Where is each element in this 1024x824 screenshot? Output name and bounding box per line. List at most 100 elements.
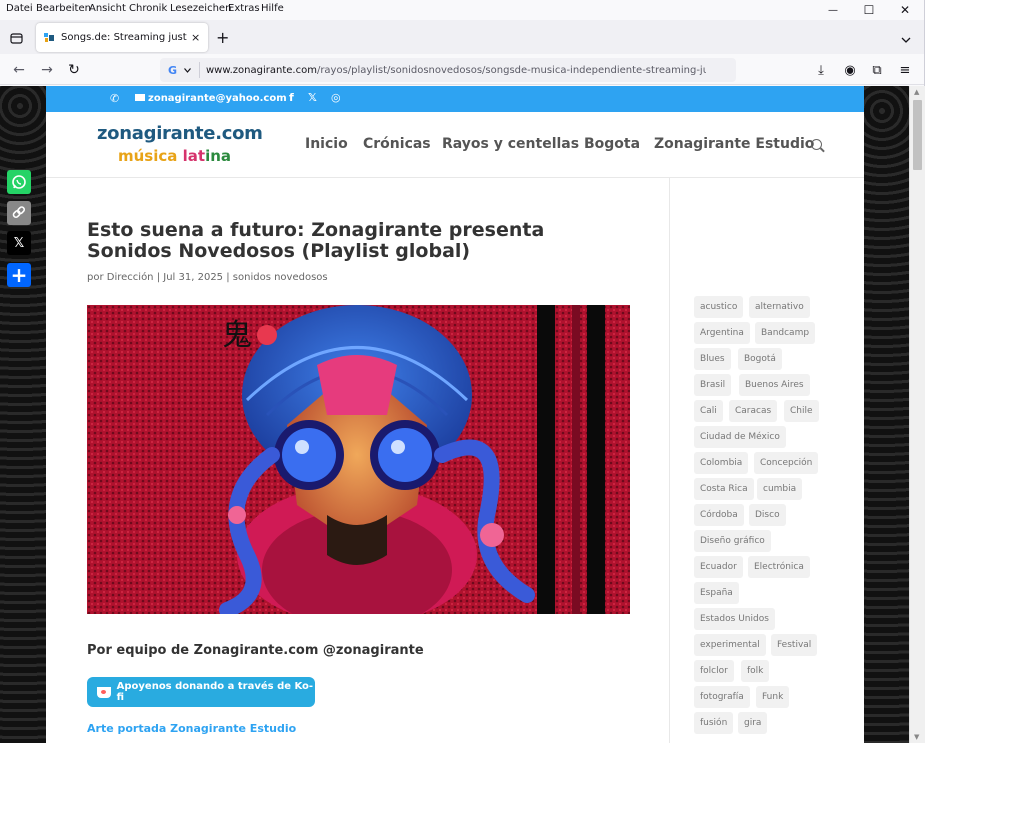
tag-link[interactable]: Bogotá bbox=[738, 348, 782, 370]
maximize-button[interactable]: ☐ bbox=[851, 0, 887, 20]
tag-link[interactable]: folclor bbox=[694, 660, 734, 682]
tag-link[interactable]: cumbia bbox=[757, 478, 803, 500]
tag-link[interactable]: Festival bbox=[771, 634, 818, 656]
tag-link[interactable]: Diseño gráfico bbox=[694, 530, 771, 552]
site-logo-text[interactable]: zonagirante.com bbox=[97, 123, 263, 144]
download-icon: ⤓ bbox=[818, 62, 824, 78]
tag-link[interactable]: España bbox=[694, 582, 739, 604]
tag-link[interactable]: Argentina bbox=[694, 322, 750, 344]
reload-button[interactable]: ↻ bbox=[64, 60, 84, 80]
cover-art-credit-link[interactable]: Arte portada Zonagirante Estudio bbox=[87, 722, 296, 735]
account-button[interactable]: ◉ bbox=[840, 60, 860, 80]
mail-icon bbox=[135, 94, 145, 101]
facebook-icon[interactable]: f bbox=[289, 91, 294, 104]
url-host: www.zonagirante.com bbox=[206, 64, 317, 76]
menu-ansicht[interactable]: Ansicht bbox=[89, 3, 126, 14]
tag-link[interactable]: Electrónica bbox=[748, 556, 810, 578]
scrollbar-thumb[interactable] bbox=[913, 100, 922, 170]
nav-bogota[interactable]: Bogota bbox=[584, 136, 640, 152]
tag-link[interactable]: fotografía bbox=[694, 686, 750, 708]
background-pattern-right bbox=[864, 86, 909, 743]
tag-link[interactable]: alternativo bbox=[749, 296, 810, 318]
hamburger-menu-icon: ≡ bbox=[899, 62, 911, 78]
minimize-icon: — bbox=[828, 4, 838, 16]
menu-extras[interactable]: Extras bbox=[228, 3, 260, 14]
kofi-donate-button[interactable]: Apoyenos donando a través de Ko-fi bbox=[87, 677, 315, 707]
tag-link[interactable]: Córdoba bbox=[694, 504, 744, 526]
scroll-up-arrow-icon[interactable]: ▲ bbox=[914, 88, 919, 96]
url-path: /rayos/playlist/sonidosnovedosos/songsde… bbox=[316, 64, 706, 76]
firefox-view-button[interactable] bbox=[6, 28, 26, 48]
forward-button[interactable]: → bbox=[37, 60, 57, 80]
menu-chronik[interactable]: Chronik bbox=[129, 3, 167, 14]
site-logo-tagline[interactable]: música latina bbox=[118, 147, 231, 165]
new-tab-button[interactable]: + bbox=[216, 28, 229, 47]
nav-inicio[interactable]: Inicio bbox=[305, 136, 348, 152]
list-all-tabs-chevron-icon[interactable] bbox=[901, 29, 911, 48]
app-menu-button[interactable]: ≡ bbox=[895, 60, 915, 80]
close-window-button[interactable]: ✕ bbox=[887, 0, 923, 20]
x-social-icon[interactable]: 𝕏 bbox=[308, 91, 317, 104]
tag-link[interactable]: Concepción bbox=[754, 452, 819, 474]
menu-hilfe[interactable]: Hilfe bbox=[261, 3, 284, 14]
tag-link[interactable]: folk bbox=[741, 660, 770, 682]
tag-link[interactable]: Caracas bbox=[729, 400, 778, 422]
tag-link[interactable]: Funk bbox=[756, 686, 790, 708]
copy-link-share-button[interactable] bbox=[7, 201, 31, 225]
featured-image: 鬼 bbox=[87, 305, 630, 614]
more-share-button[interactable]: + bbox=[7, 263, 31, 287]
site-header: zonagirante.com música latina Inicio Cró… bbox=[46, 112, 864, 178]
active-tab[interactable]: Songs.de: Streaming justo para × bbox=[36, 23, 208, 52]
menu-bar: Datei Bearbeiten Ansicht Chronik Lesezei… bbox=[0, 0, 924, 20]
close-icon: ✕ bbox=[899, 3, 911, 17]
whatsapp-share-button[interactable] bbox=[7, 170, 31, 194]
tab-title: Songs.de: Streaming justo para bbox=[61, 32, 187, 43]
tag-link[interactable]: Cali bbox=[694, 400, 723, 422]
tag-link[interactable]: fusión bbox=[694, 712, 734, 734]
tag-link[interactable]: Ciudad de México bbox=[694, 426, 786, 448]
tag-link[interactable]: experimental bbox=[694, 634, 766, 656]
tag-link[interactable]: Disco bbox=[749, 504, 786, 526]
extensions-button[interactable]: ⧉ bbox=[867, 60, 887, 80]
tag-link[interactable]: Colombia bbox=[694, 452, 749, 474]
meta-separator: | bbox=[153, 272, 164, 283]
menu-lesezeichen[interactable]: Lesezeichen bbox=[170, 3, 231, 14]
nav-rayos-y-centellas[interactable]: Rayos y centellas bbox=[442, 136, 579, 152]
contact-email-link[interactable]: zonagirante@yahoo.com bbox=[148, 93, 287, 104]
tab-close-icon[interactable]: × bbox=[191, 31, 200, 44]
tag-link[interactable]: Bandcamp bbox=[755, 322, 816, 344]
minimize-button[interactable]: — bbox=[815, 0, 851, 20]
phone-icon[interactable]: ✆ bbox=[110, 92, 119, 105]
tag-link[interactable]: Brasil bbox=[694, 374, 732, 396]
tag-link[interactable]: Estados Unidos bbox=[694, 608, 775, 630]
category-link[interactable]: sonidos novedosos bbox=[233, 272, 328, 283]
tag-link[interactable]: Ecuador bbox=[694, 556, 743, 578]
author-link[interactable]: Dirección bbox=[107, 272, 154, 283]
url-text[interactable]: www.zonagirante.com/rayos/playlist/sonid… bbox=[206, 65, 706, 76]
back-button[interactable]: ← bbox=[9, 60, 29, 80]
instagram-icon[interactable]: ◎ bbox=[331, 91, 341, 104]
vertical-scrollbar[interactable]: ▲ ▼ bbox=[909, 86, 925, 743]
tag-link[interactable]: gira bbox=[738, 712, 768, 734]
nav-cronicas[interactable]: Crónicas bbox=[363, 136, 431, 152]
scroll-down-arrow-icon[interactable]: ▼ bbox=[914, 733, 919, 741]
logo-tagline-part-c: ina bbox=[205, 147, 232, 165]
url-bar[interactable]: G www.zonagirante.com/rayos/playlist/son… bbox=[160, 58, 736, 82]
search-engine-chevron-icon[interactable] bbox=[184, 67, 191, 73]
nav-zonagirante-estudio[interactable]: Zonagirante Estudio bbox=[654, 136, 814, 152]
meta-prefix: por bbox=[87, 272, 107, 283]
x-share-button[interactable]: 𝕏 bbox=[7, 231, 31, 255]
tag-link[interactable]: Buenos Aires bbox=[739, 374, 810, 396]
tag-link[interactable]: acustico bbox=[694, 296, 744, 318]
navigation-toolbar: ← → ↻ G www.zonagirante.com/rayos/playli… bbox=[0, 54, 924, 85]
menu-datei[interactable]: Datei bbox=[6, 3, 33, 14]
tag-link[interactable]: Costa Rica bbox=[694, 478, 754, 500]
tag-link[interactable]: Chile bbox=[784, 400, 819, 422]
tag-link[interactable]: Blues bbox=[694, 348, 731, 370]
menu-bearbeiten[interactable]: Bearbeiten bbox=[36, 3, 91, 14]
downloads-button[interactable]: ⤓ bbox=[811, 60, 831, 80]
search-icon[interactable] bbox=[811, 139, 822, 150]
post-title: Esto suena a futuro: Zonagirante present… bbox=[87, 219, 545, 262]
x-logo-icon: 𝕏 bbox=[13, 235, 25, 251]
url-separator bbox=[199, 62, 200, 78]
